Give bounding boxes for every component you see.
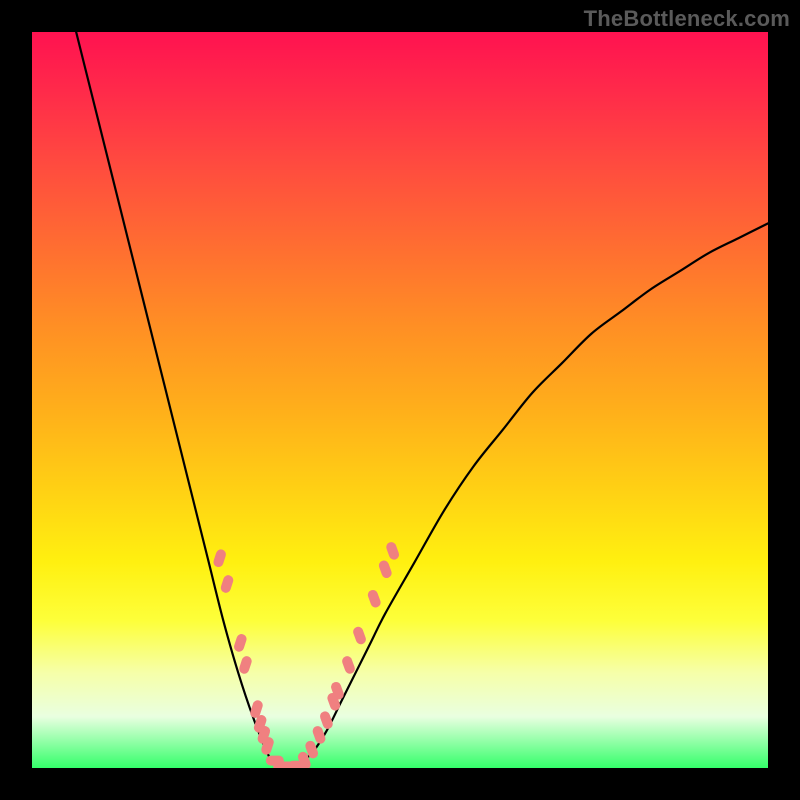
- right-curve: [282, 223, 768, 768]
- curve-marker: [352, 625, 368, 645]
- curve-marker: [233, 633, 248, 653]
- plot-area: [32, 32, 768, 768]
- chart-svg: [32, 32, 768, 768]
- curve-marker: [385, 541, 401, 561]
- curve-group: [76, 32, 768, 768]
- curve-marker: [378, 559, 394, 579]
- curve-marker: [366, 589, 382, 609]
- chart-container: TheBottleneck.com: [0, 0, 800, 800]
- curve-marker: [341, 655, 357, 675]
- curve-marker: [212, 548, 227, 568]
- curve-marker: [238, 655, 253, 675]
- curve-marker: [220, 574, 235, 594]
- watermark-text: TheBottleneck.com: [584, 6, 790, 32]
- left-curve: [76, 32, 282, 768]
- markers-group: [212, 541, 400, 768]
